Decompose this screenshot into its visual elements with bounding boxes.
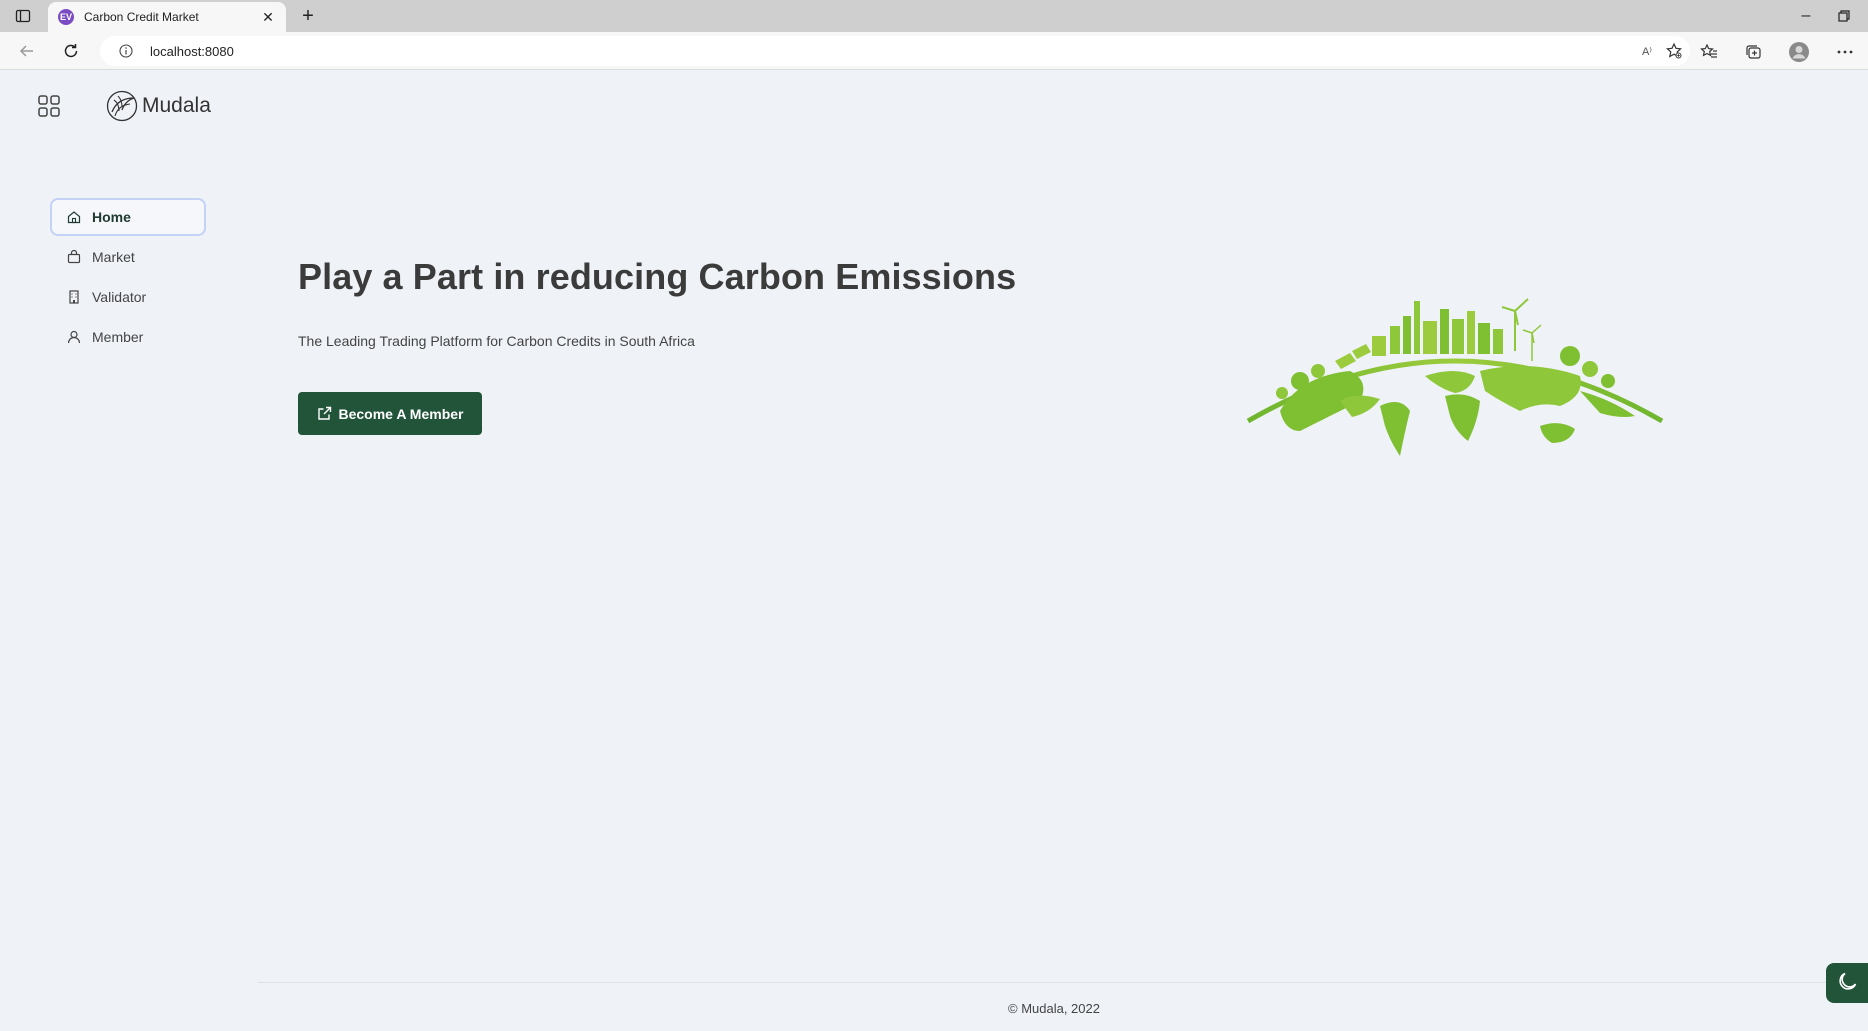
hero-title: Play a Part in reducing Carbon Emissions: [298, 256, 1017, 297]
sidebar-nav: Home Market Validator Member: [50, 198, 206, 358]
building-icon: [66, 289, 82, 305]
browser-tab-bar: EV Carbon Credit Market ✕ + –: [0, 0, 1868, 32]
close-tab-icon[interactable]: ✕: [258, 7, 278, 27]
profile-avatar-icon[interactable]: [1788, 41, 1810, 63]
more-options-icon[interactable]: [1834, 41, 1856, 63]
green-earth-city-illustration: [1240, 281, 1670, 491]
browser-address-bar: localhost:8080 A⁾: [0, 32, 1868, 70]
tab-favicon-icon: EV: [58, 9, 74, 25]
collections-icon[interactable]: [1742, 41, 1764, 63]
external-link-icon: [316, 406, 332, 422]
sidebar-item-label: Market: [92, 249, 135, 265]
tab-title: Carbon Credit Market: [84, 10, 199, 24]
dark-mode-toggle[interactable]: [1826, 963, 1868, 1003]
favorites-icon[interactable]: [1698, 41, 1720, 63]
user-icon: [66, 329, 82, 345]
footer: © Mudala, 2022: [0, 1001, 1868, 1016]
sidebar-item-market[interactable]: Market: [50, 238, 206, 276]
apps-grid-icon[interactable]: [38, 95, 60, 117]
home-icon: [66, 209, 82, 225]
brand[interactable]: Mudala: [106, 89, 211, 123]
footer-divider: [258, 982, 1868, 983]
sidebar-item-validator[interactable]: Validator: [50, 278, 206, 316]
become-member-button[interactable]: Become A Member: [298, 392, 482, 435]
shopping-bag-icon: [66, 249, 82, 265]
moon-icon: [1837, 970, 1859, 997]
minimize-window-icon[interactable]: –: [1796, 6, 1816, 26]
read-aloud-icon[interactable]: A⁾: [1638, 42, 1656, 60]
hero-subtitle: The Leading Trading Platform for Carbon …: [298, 333, 695, 349]
sidebar-toggle-icon[interactable]: [14, 7, 32, 25]
mudala-logo-icon: [106, 90, 138, 122]
page-content: Mudala Home Market Validator Member Play…: [0, 71, 1868, 1031]
site-info-icon[interactable]: [118, 43, 134, 59]
restore-window-icon[interactable]: [1834, 6, 1854, 26]
sidebar-item-home[interactable]: Home: [50, 198, 206, 236]
sidebar-item-label: Home: [92, 209, 131, 225]
add-favorite-icon[interactable]: [1664, 41, 1684, 61]
url-field[interactable]: localhost:8080 A⁾: [100, 36, 1690, 66]
new-tab-icon[interactable]: +: [296, 4, 320, 28]
sidebar-item-member[interactable]: Member: [50, 318, 206, 356]
become-member-label: Become A Member: [338, 405, 464, 422]
back-arrow-icon[interactable]: [16, 40, 38, 62]
footer-copyright: © Mudala, 2022: [1008, 1001, 1100, 1016]
sidebar-item-label: Validator: [92, 289, 147, 305]
browser-tab[interactable]: EV Carbon Credit Market ✕: [48, 2, 286, 32]
url-text: localhost:8080: [150, 44, 234, 59]
sidebar-item-label: Member: [92, 329, 144, 345]
reload-icon[interactable]: [60, 40, 82, 62]
brand-name: Mudala: [142, 94, 211, 117]
